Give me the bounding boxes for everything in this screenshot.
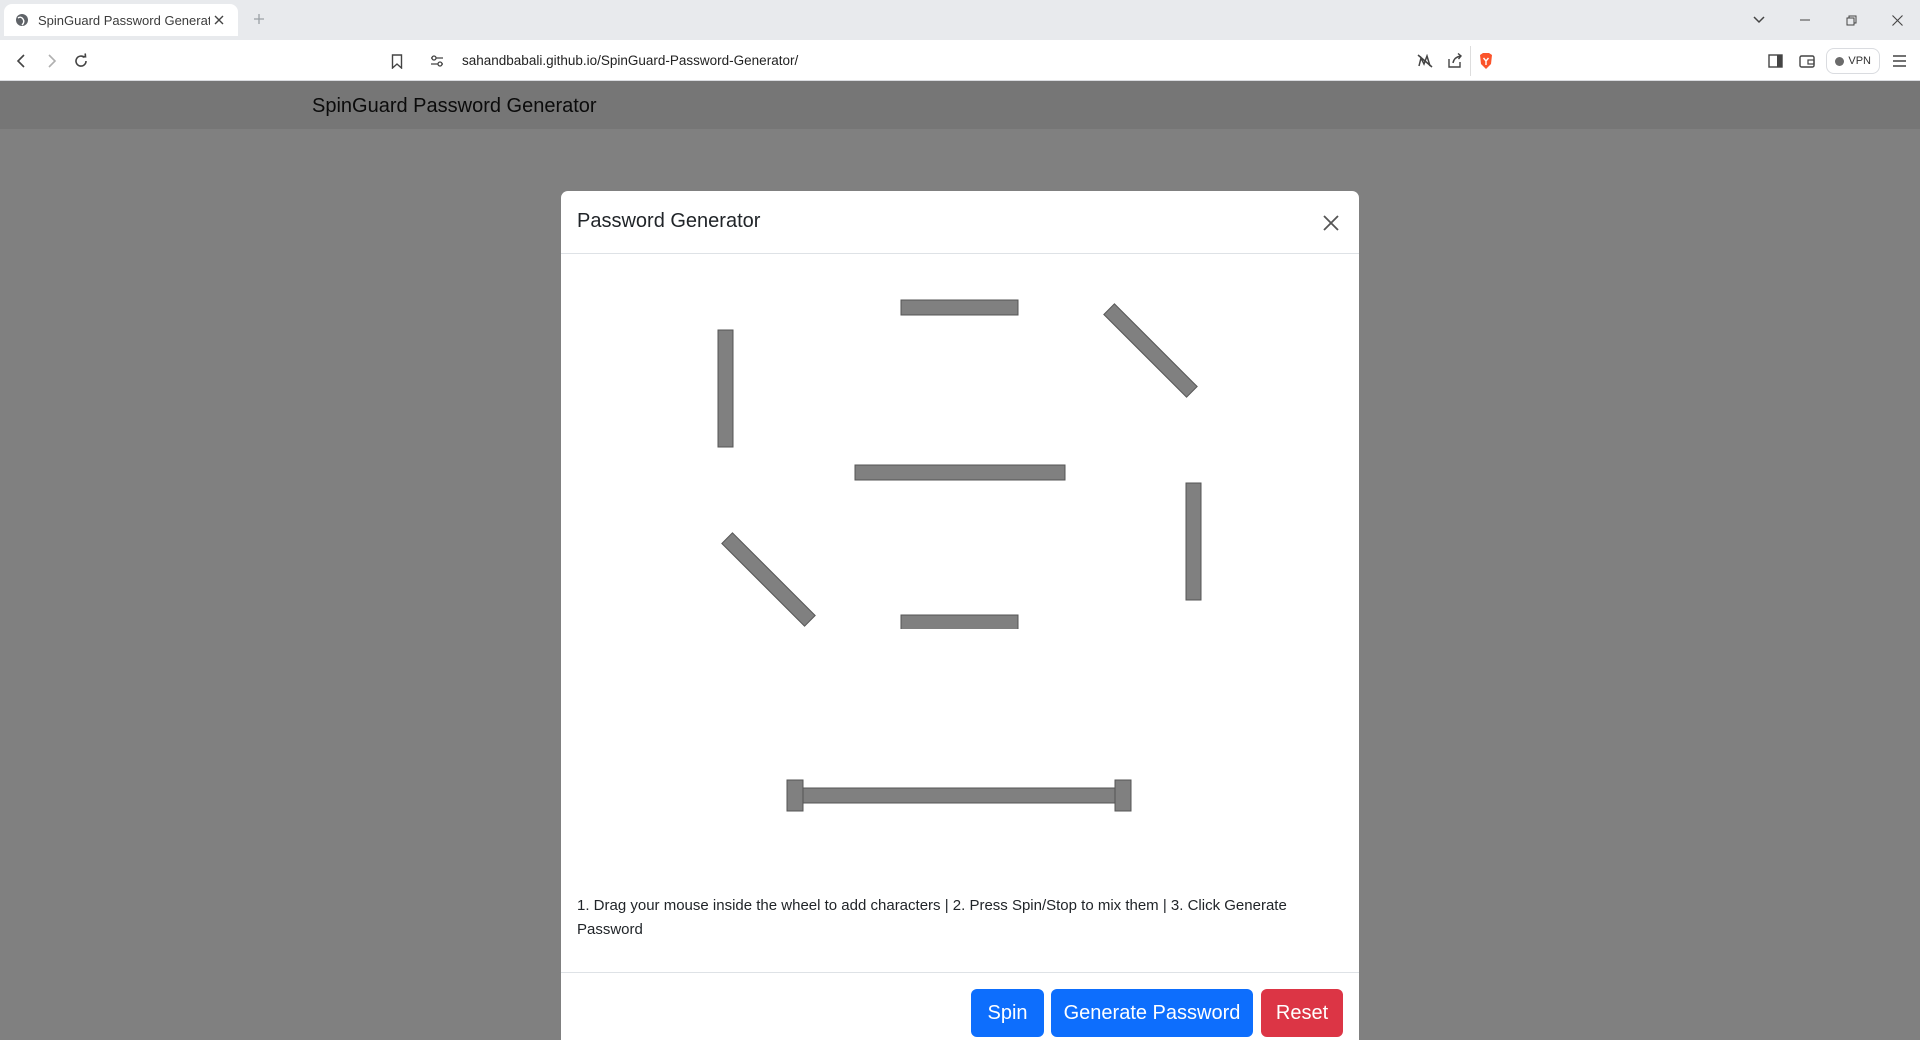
- spin-speed-slider[interactable]: [561, 774, 1359, 814]
- password-generator-modal: Password Generator 1. Drag your mouse in…: [561, 191, 1359, 1040]
- wheel-center-bar: [854, 464, 1066, 481]
- window-controls: [1736, 0, 1920, 40]
- page-title: SpinGuard Password Generator: [312, 95, 597, 117]
- browser-tabstrip: SpinGuard Password Generator: [0, 0, 1920, 40]
- site-settings-icon[interactable]: [422, 46, 452, 76]
- wheel-segment: [1185, 482, 1202, 601]
- wheel-segment: [900, 614, 1019, 629]
- page-navbar: SpinGuard Password Generator: [0, 81, 1920, 129]
- slider-track: [795, 787, 1127, 804]
- restore-icon[interactable]: [1828, 0, 1874, 40]
- address-bar[interactable]: sahandbabali.github.io/SpinGuard-Passwor…: [418, 45, 1500, 76]
- modal-header: Password Generator: [561, 191, 1359, 254]
- wallet-icon[interactable]: [1794, 48, 1820, 74]
- tab-title: SpinGuard Password Generator: [38, 12, 210, 28]
- browser-toolbar: sahandbabali.github.io/SpinGuard-Passwor…: [0, 40, 1920, 81]
- close-tab-icon[interactable]: [210, 11, 228, 29]
- globe-icon: [14, 12, 30, 28]
- slider-right-handle[interactable]: [1114, 779, 1132, 812]
- spin-wheel-canvas[interactable]: [561, 254, 1359, 629]
- reader-mode-off-icon[interactable]: [1410, 46, 1440, 76]
- vpn-status-icon: [1835, 56, 1845, 66]
- browser-tab[interactable]: SpinGuard Password Generator: [4, 4, 238, 36]
- wheel-segment: [1103, 303, 1198, 398]
- vpn-button[interactable]: VPN: [1826, 48, 1880, 74]
- page-backdrop: SpinGuard Password Generator Password Ge…: [0, 81, 1920, 1040]
- reset-button[interactable]: Reset: [1261, 989, 1343, 1037]
- generate-password-button[interactable]: Generate Password: [1051, 989, 1253, 1037]
- close-window-icon[interactable]: [1874, 0, 1920, 40]
- reload-icon[interactable]: [68, 48, 94, 74]
- minimize-icon[interactable]: [1782, 0, 1828, 40]
- share-icon[interactable]: [1440, 46, 1470, 76]
- bookmark-icon[interactable]: [384, 48, 410, 74]
- menu-icon[interactable]: [1886, 48, 1912, 74]
- spin-button[interactable]: Spin: [971, 989, 1044, 1037]
- vpn-label: VPN: [1848, 55, 1871, 67]
- brave-shields-icon[interactable]: [1470, 45, 1500, 76]
- wheel-segment: [721, 532, 816, 627]
- sidebar-icon[interactable]: [1762, 48, 1788, 74]
- new-tab-icon[interactable]: [248, 8, 270, 30]
- close-icon[interactable]: [1317, 209, 1345, 237]
- wheel-segment: [717, 329, 734, 448]
- slider-left-handle[interactable]: [786, 779, 804, 812]
- toolbar-right: VPN: [1762, 46, 1912, 76]
- url-text: sahandbabali.github.io/SpinGuard-Passwor…: [462, 53, 799, 68]
- tab-search-icon[interactable]: [1736, 0, 1782, 40]
- modal-title: Password Generator: [577, 210, 761, 232]
- back-icon[interactable]: [9, 48, 35, 74]
- instructions-text: 1. Drag your mouse inside the wheel to a…: [577, 897, 1287, 938]
- wheel-segment: [900, 299, 1019, 316]
- modal-footer: Spin Generate Password Reset: [561, 972, 1359, 1040]
- forward-icon[interactable]: [38, 48, 64, 74]
